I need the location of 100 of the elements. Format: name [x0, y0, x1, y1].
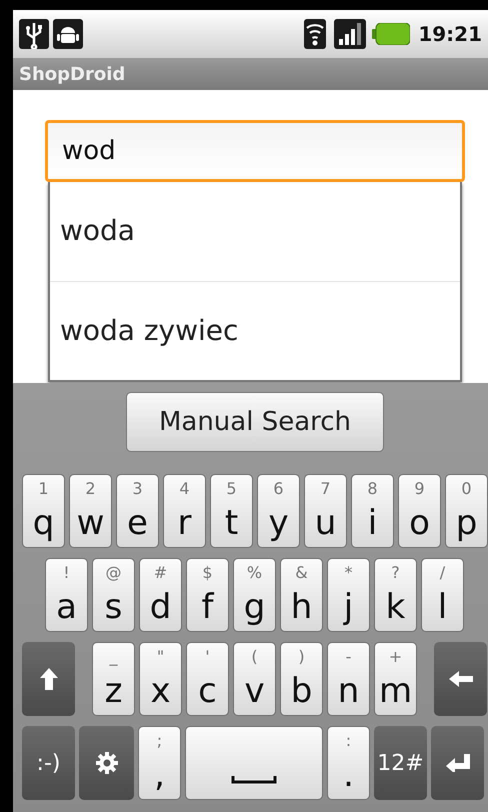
key-hint: (	[251, 647, 258, 667]
key-hint: 1	[38, 479, 49, 499]
key-hint: 6	[273, 479, 284, 499]
key-hint: *	[344, 563, 352, 583]
suggestion-item[interactable]: woda zywiec	[50, 280, 460, 380]
key-hint: +	[388, 647, 402, 667]
key-letter: b	[290, 671, 312, 711]
key[interactable]: 0 p	[445, 474, 488, 548]
robot-icon	[53, 19, 83, 49]
key[interactable]: 5 t	[210, 474, 253, 548]
key[interactable]: # d	[139, 558, 182, 632]
search-field[interactable]: wod	[45, 120, 465, 182]
key-letter: e	[127, 503, 148, 543]
settings-key[interactable]	[79, 726, 134, 800]
key-letter: h	[290, 587, 312, 627]
key[interactable]: ) b	[280, 642, 323, 716]
key[interactable]: 6 y	[257, 474, 300, 548]
key-letter: p	[456, 503, 478, 543]
key-letter: g	[244, 587, 266, 627]
key-hint: 3	[132, 479, 143, 499]
key-letter: .	[343, 755, 354, 795]
key-hint: ;	[156, 731, 162, 751]
key-hint: 0	[461, 479, 472, 499]
key[interactable]: : .	[327, 726, 370, 800]
key-hint: %	[246, 563, 262, 583]
key-letter: f	[202, 587, 214, 627]
key[interactable]: % g	[233, 558, 276, 632]
key-hint: &	[295, 563, 308, 583]
key-hint: )	[298, 647, 305, 667]
key[interactable]: & h	[280, 558, 323, 632]
key-hint: 2	[85, 479, 96, 499]
key[interactable]: 8 i	[351, 474, 394, 548]
key-letter: k	[386, 587, 406, 627]
key[interactable]: ? k	[374, 558, 417, 632]
space-key[interactable]	[185, 726, 323, 800]
key[interactable]: _ z	[92, 642, 135, 716]
settings-icon	[94, 751, 118, 775]
key-letter: n	[338, 671, 360, 711]
wifi-icon	[304, 19, 326, 49]
key-hint: 5	[226, 479, 237, 499]
key-letter: x	[150, 671, 171, 711]
key-letter: o	[409, 503, 430, 543]
key[interactable]: 7 u	[304, 474, 347, 548]
key[interactable]: 2 w	[69, 474, 112, 548]
key[interactable]: 4 r	[163, 474, 206, 548]
clock-time: 19:21	[418, 21, 482, 48]
key[interactable]: " x	[139, 642, 182, 716]
key[interactable]: ; ,	[138, 726, 181, 800]
key[interactable]: - n	[327, 642, 370, 716]
key-letter: y	[268, 503, 289, 543]
key-letter: s	[104, 587, 122, 627]
key-letter: t	[224, 503, 238, 543]
key[interactable]: ' c	[186, 642, 229, 716]
backspace-key[interactable]	[434, 642, 487, 716]
key-letter: l	[438, 587, 448, 627]
key[interactable]: ( v	[233, 642, 276, 716]
key-hint: _	[110, 647, 118, 667]
key-letter: v	[244, 671, 265, 711]
key-letter: a	[56, 587, 77, 627]
key-hint: 8	[367, 479, 378, 499]
key-letter: d	[150, 587, 172, 627]
key-letter: j	[344, 587, 354, 627]
key-letter: u	[314, 503, 336, 543]
key-hint: !	[63, 563, 70, 583]
key-hint: @	[106, 563, 122, 583]
key-hint: -	[346, 647, 352, 667]
key-letter: c	[198, 671, 217, 711]
key-letter: w	[76, 503, 104, 543]
key-hint: 4	[179, 479, 190, 499]
search-text: wod	[62, 134, 116, 168]
key[interactable]: $ f	[186, 558, 229, 632]
key-hint: 7	[320, 479, 331, 499]
key-hint: $	[202, 563, 213, 583]
key[interactable]: ! a	[45, 558, 88, 632]
key[interactable]: @ s	[92, 558, 135, 632]
key-hint: #	[154, 563, 168, 583]
shift-key[interactable]	[22, 642, 75, 716]
usb-icon	[19, 19, 49, 49]
key-letter: q	[32, 503, 54, 543]
suggestion-item[interactable]: woda	[50, 182, 460, 280]
manual-search-button[interactable]: Manual Search	[126, 392, 384, 452]
key-hint: :	[346, 731, 352, 751]
space-bar-icon	[231, 775, 277, 785]
key[interactable]: * j	[327, 558, 370, 632]
key[interactable]: 9 o	[398, 474, 441, 548]
enter-key[interactable]	[431, 726, 484, 800]
signal-icon	[334, 19, 366, 49]
key-hint: '	[205, 647, 210, 667]
key[interactable]: :-)	[22, 726, 75, 800]
key[interactable]: 3 e	[116, 474, 159, 548]
up-arrow-icon	[40, 668, 58, 690]
key-letter: r	[178, 503, 192, 543]
key-hint: "	[156, 647, 164, 667]
key-letter: ,	[154, 755, 165, 795]
key[interactable]: 12#	[374, 726, 427, 800]
battery-icon	[372, 23, 410, 45]
enter-arrow-icon	[446, 754, 470, 772]
key[interactable]: 1 q	[22, 474, 65, 548]
key[interactable]: / l	[421, 558, 464, 632]
key[interactable]: + m	[374, 642, 417, 716]
